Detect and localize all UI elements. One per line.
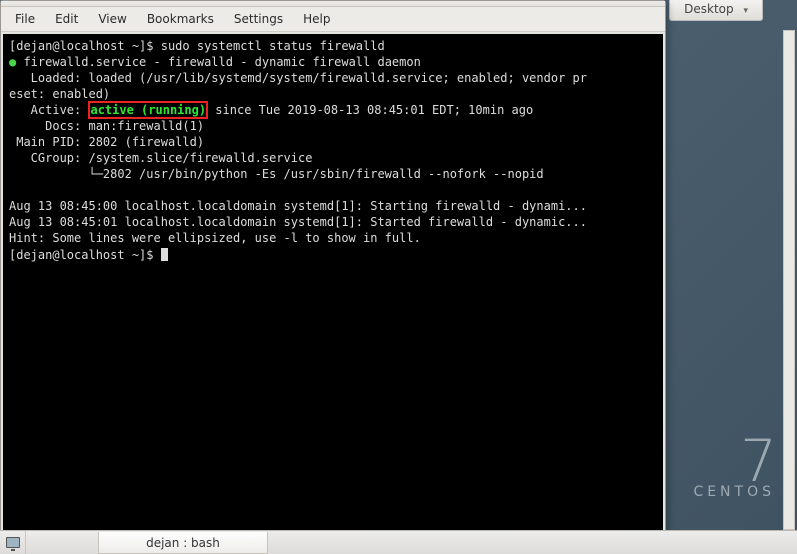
loaded-line: Loaded: loaded (/usr/lib/systemd/system/…: [9, 71, 587, 85]
mainpid-line: Main PID: 2802 (firewalld): [9, 135, 204, 149]
prompt-line-2: [dejan@localhost ~]$: [9, 248, 168, 262]
menu-edit[interactable]: Edit: [45, 9, 88, 29]
menu-view[interactable]: View: [88, 9, 136, 29]
terminal-content[interactable]: [dejan@localhost ~]$ sudo systemctl stat…: [3, 34, 663, 532]
active-since: since Tue 2019-08-13 08:45:01 EDT; 10min…: [208, 103, 533, 117]
brand-number: 7: [693, 432, 775, 490]
cgroup-child-line: └─2802 /usr/bin/python -Es /usr/sbin/fir…: [9, 167, 544, 181]
log-line-1: Aug 13 08:45:00 localhost.localdomain sy…: [9, 199, 587, 213]
active-status-highlight: active (running): [88, 101, 208, 119]
menu-bar: File Edit View Bookmarks Settings Help: [1, 7, 665, 32]
active-label: Active:: [9, 103, 88, 117]
taskbar-launcher-button[interactable]: [0, 531, 26, 554]
taskbar-task-button[interactable]: dejan : bash: [98, 532, 268, 554]
cgroup-line: CGroup: /system.slice/firewalld.service: [9, 151, 312, 165]
terminal-window: File Edit View Bookmarks Settings Help […: [0, 0, 666, 535]
terminal-scrollbar[interactable]: [783, 30, 795, 530]
brand-name: CENTOS: [693, 484, 775, 500]
command-1: sudo systemctl status firewalld: [161, 39, 385, 53]
docs-line: Docs: man:firewalld(1): [9, 119, 204, 133]
taskbar-spacer: [26, 531, 98, 554]
desktop-brand: 7 CENTOS: [693, 432, 775, 500]
cursor-icon: [161, 248, 168, 261]
hint-line: Hint: Some lines were ellipsized, use -l…: [9, 231, 421, 245]
log-line-2: Aug 13 08:45:01 localhost.localdomain sy…: [9, 215, 587, 229]
menu-bookmarks[interactable]: Bookmarks: [137, 9, 224, 29]
monitor-icon: [6, 537, 20, 548]
active-line: Active: active (running) since Tue 2019-…: [9, 101, 533, 119]
prompt-line-1: [dejan@localhost ~]$ sudo systemctl stat…: [9, 39, 385, 53]
prompt-2: [dejan@localhost ~]$: [9, 248, 161, 262]
loaded-line-2: eset: enabled): [9, 87, 110, 101]
taskbar: dejan : bash: [0, 530, 797, 554]
desktop-switcher-button[interactable]: Desktop: [669, 0, 763, 21]
prompt-1: [dejan@localhost ~]$: [9, 39, 161, 53]
menu-help[interactable]: Help: [293, 9, 340, 29]
taskbar-task-label: dejan : bash: [146, 536, 220, 550]
service-name-line: firewalld.service - firewalld - dynamic …: [16, 55, 421, 69]
menu-file[interactable]: File: [5, 9, 45, 29]
menu-settings[interactable]: Settings: [224, 9, 293, 29]
desktop-switcher-label: Desktop: [684, 2, 734, 16]
